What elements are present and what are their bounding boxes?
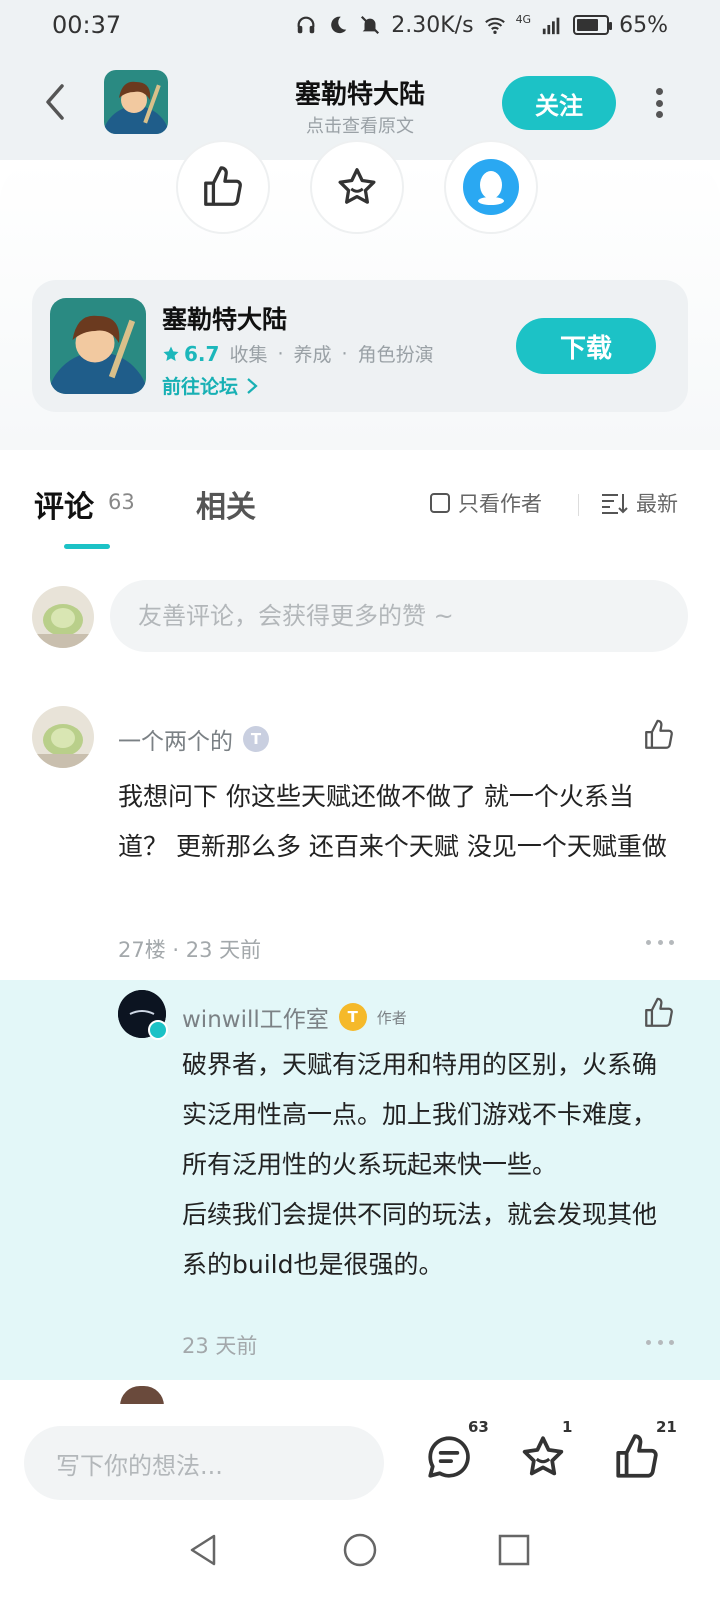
share-qq-button[interactable] [444, 140, 538, 234]
nav-home-icon[interactable] [340, 1530, 380, 1570]
chevron-right-icon [246, 378, 258, 394]
mute-bell-icon [361, 15, 380, 35]
reply-text: 破界者，天赋有泛用和特用的区别，火系确实泛用性高一点。加上我们游戏不卡难度，所有… [182, 1050, 658, 1279]
status-time: 00:37 [52, 11, 122, 39]
thumbs-up-icon [204, 166, 242, 206]
status-icons: 2.30K/s 4G 65% [295, 13, 668, 38]
favorite-count-badge: 1 [562, 1418, 573, 1436]
app-rating: 6.7 [162, 342, 219, 366]
app-icon [50, 298, 146, 394]
forum-link[interactable]: 前往论坛 [162, 372, 259, 399]
app-card[interactable]: 塞勒特大陆 6.7 收集 · 养成 · 角色扮演 前往论坛 下载 [32, 280, 688, 412]
comment-bubble-icon[interactable] [424, 1432, 474, 1482]
sort-button[interactable]: 最新 [600, 488, 678, 518]
status-bar: 00:37 2.30K/s 4G 65% [0, 0, 720, 50]
like-post-button[interactable] [176, 140, 270, 234]
signal-type: 4G [515, 12, 532, 26]
app-tag: 养成 [293, 344, 332, 366]
checkbox-icon [430, 493, 450, 513]
comment-count-badge: 63 [468, 1418, 489, 1436]
verified-icon [148, 1020, 168, 1040]
rating-star-icon [163, 346, 179, 361]
star-icon[interactable] [518, 1432, 568, 1482]
nav-back-icon[interactable] [184, 1530, 224, 1570]
network-speed: 2.30K/s [391, 12, 474, 38]
comment-meta: 27楼 · 23 天前 [118, 938, 262, 962]
level-badge-icon: T [338, 1003, 367, 1031]
tab-active-indicator [64, 544, 110, 549]
more-options-icon[interactable] [654, 88, 664, 118]
app-tag: 角色扮演 [357, 344, 434, 366]
cabbage-avatar-icon [32, 706, 94, 768]
comment-input[interactable] [110, 580, 688, 652]
download-button[interactable]: 下载 [516, 318, 656, 374]
write-comment-input[interactable]: 写下你的想法... [24, 1426, 384, 1500]
system-nav-bar [0, 1510, 720, 1600]
comment-count: 63 [108, 490, 135, 514]
reply-meta: 23 天前 [182, 1334, 258, 1358]
battery-percent: 65% [619, 12, 668, 38]
level-badge-icon: T [243, 726, 269, 752]
signal-icon [542, 17, 560, 35]
tab-related[interactable]: 相关 [196, 482, 256, 526]
comment-like-icon[interactable] [642, 718, 676, 752]
comment-more-icon[interactable] [646, 940, 674, 950]
comment-text: 我想问下 你这些天赋还做不做了 就一个火系当道？ 更新那么多 还百来个天赋 没见… [118, 782, 667, 861]
qq-icon [463, 159, 519, 215]
reply-more-icon[interactable] [646, 1340, 674, 1350]
headphones-icon [297, 16, 315, 34]
app-tag: 收集 [229, 344, 268, 366]
next-comment-avatar [120, 1386, 164, 1406]
reply-author[interactable]: winwill工作室 T 作者 [182, 1000, 407, 1034]
author-tag: 作者 [376, 1008, 407, 1027]
follow-button[interactable]: 关注 [502, 76, 616, 130]
game-character-icon [50, 298, 146, 394]
nav-recents-icon[interactable] [494, 1530, 534, 1570]
cabbage-avatar-icon [32, 586, 94, 648]
comment-author[interactable]: 一个两个的 T [118, 722, 269, 756]
star-icon [338, 168, 376, 204]
wifi-icon [484, 17, 505, 34]
sort-icon [602, 494, 628, 514]
only-author-toggle[interactable]: 只看作者 [430, 488, 542, 518]
my-avatar [32, 586, 94, 648]
thumbs-up-icon[interactable] [612, 1432, 662, 1482]
divider [578, 494, 579, 516]
moon-icon [331, 16, 347, 34]
bottom-action-bar: 写下你的想法... 63 1 21 [0, 1404, 720, 1510]
app-name: 塞勒特大陆 [162, 305, 288, 334]
like-count-badge: 21 [656, 1418, 677, 1436]
tab-comments[interactable]: 评论 [34, 482, 94, 526]
avatar[interactable] [32, 706, 94, 768]
app-meta: 6.7 收集 · 养成 · 角色扮演 [162, 340, 434, 367]
reply-like-icon[interactable] [642, 996, 676, 1030]
comment-tabs: 评论 63 相关 只看作者 最新 [0, 452, 720, 552]
favorite-post-button[interactable] [310, 140, 404, 234]
battery-icon [573, 15, 613, 35]
